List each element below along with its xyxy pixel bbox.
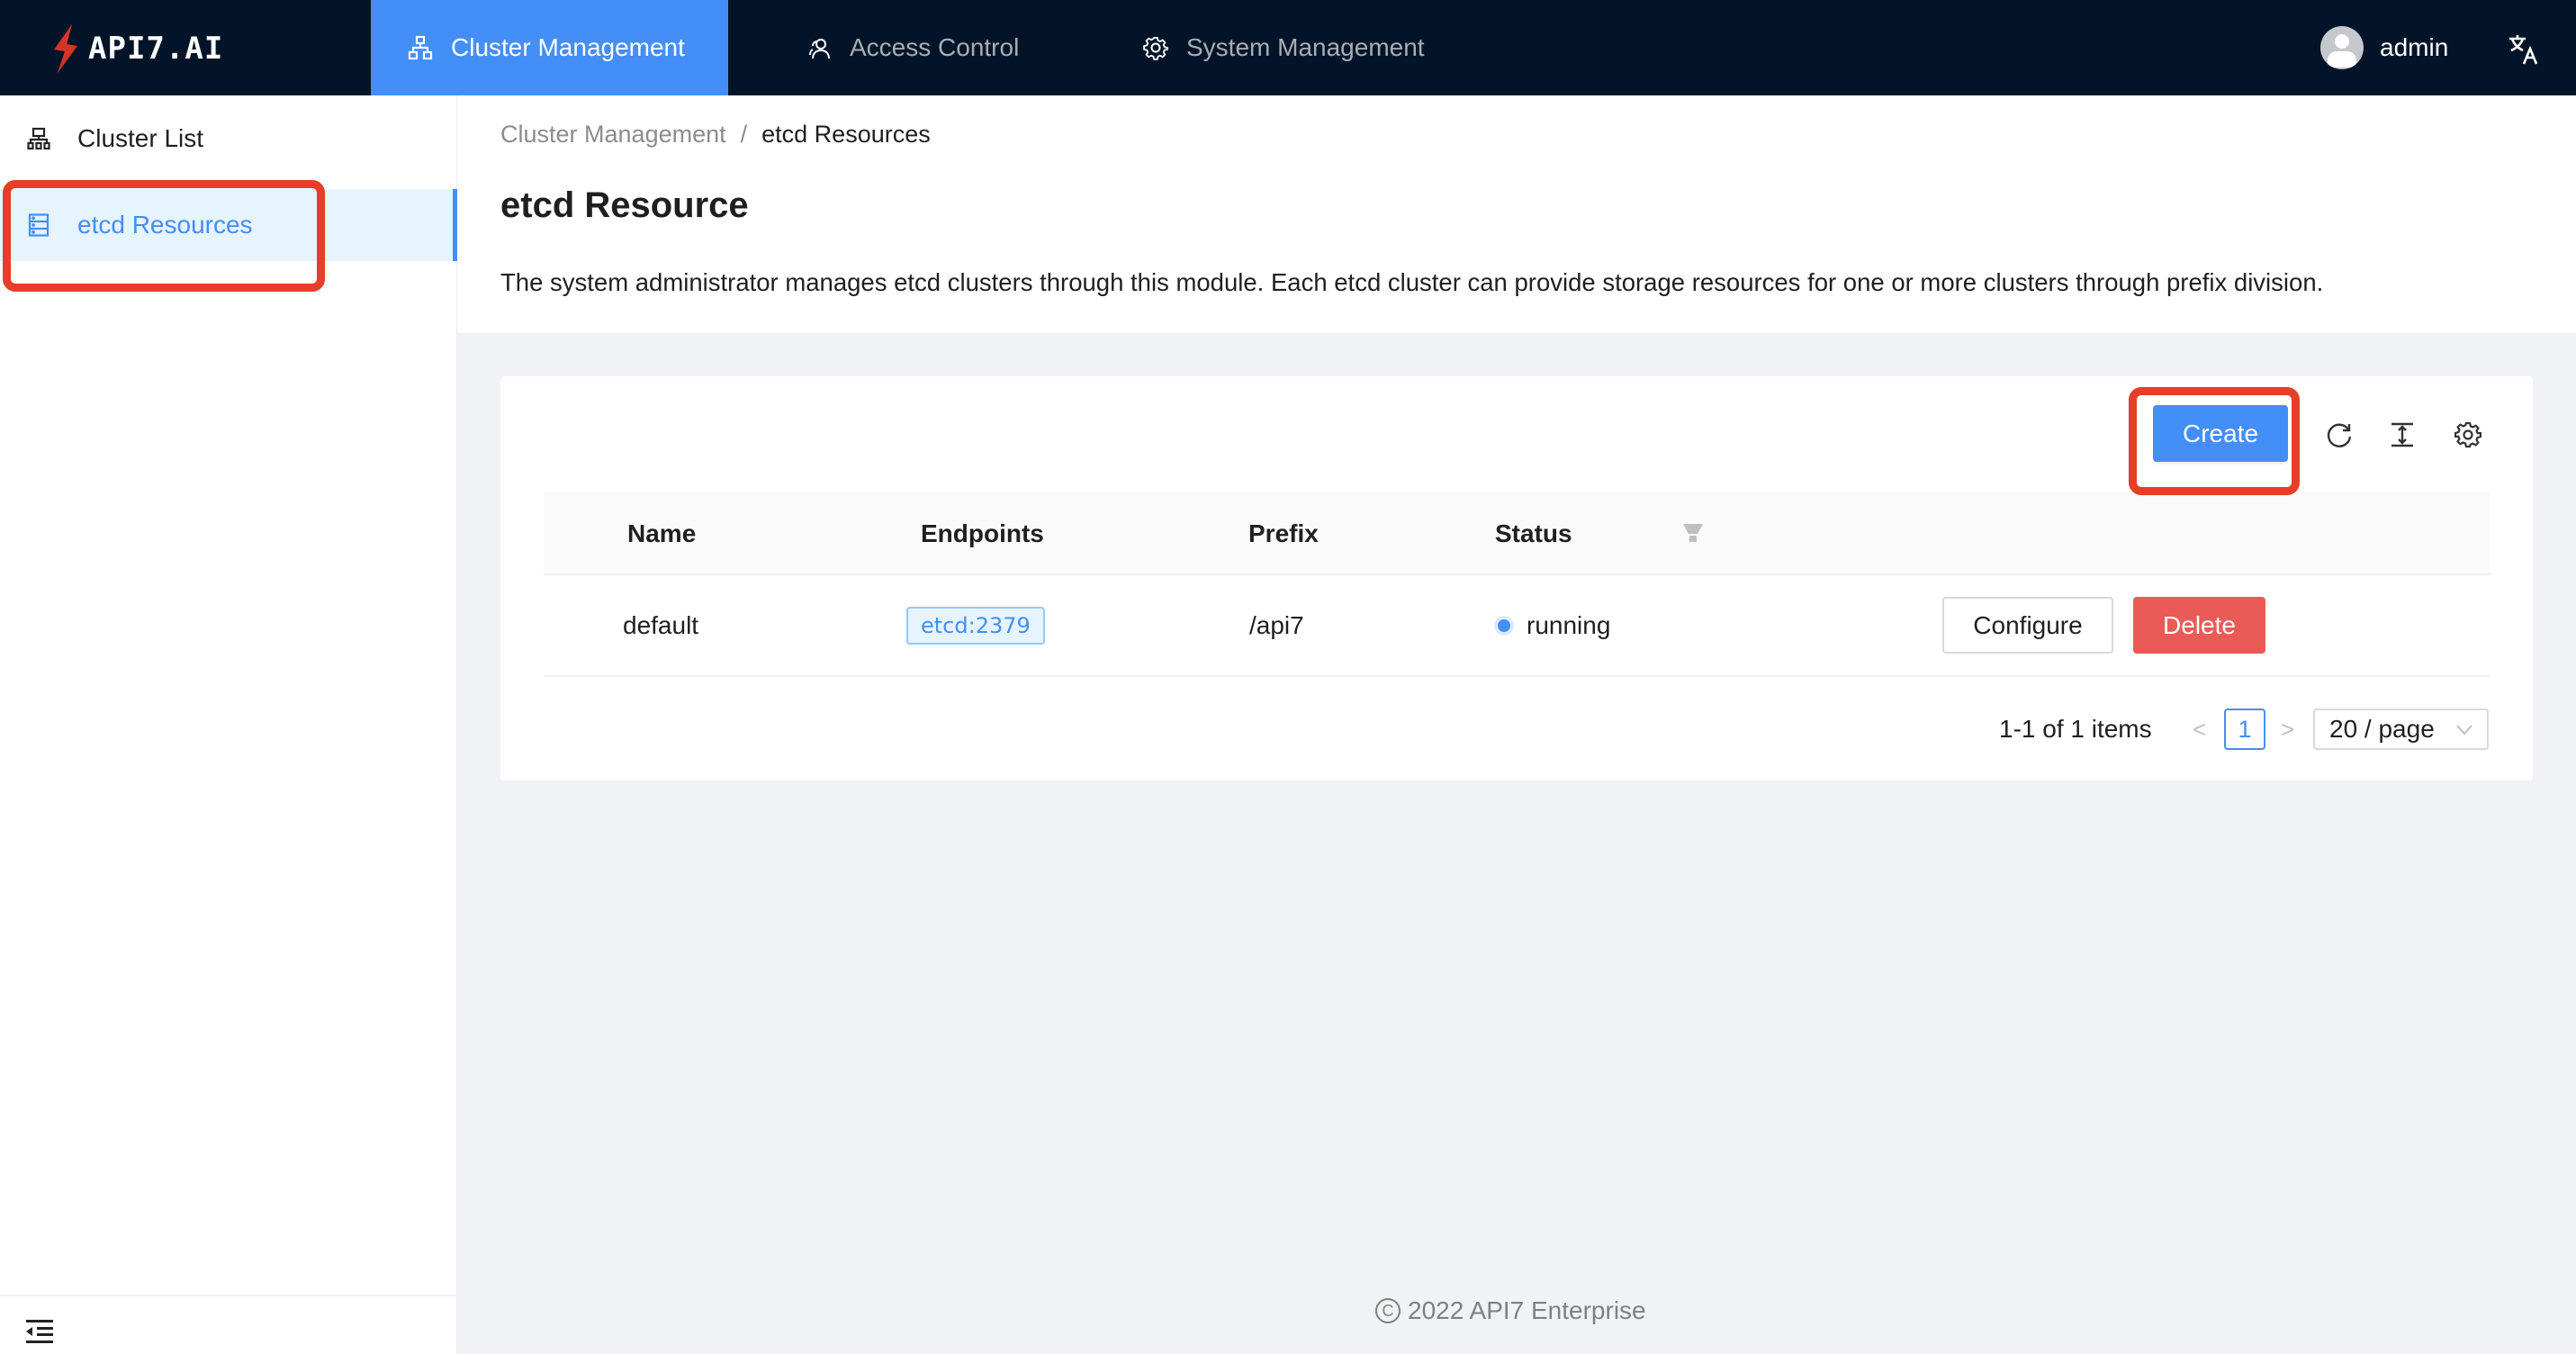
etcd-table-card: Create Name Endpoints Prefix Status defa… xyxy=(500,376,2533,781)
endpoint-tag: etcd:2379 xyxy=(906,607,1045,645)
breadcrumb-item-cluster-management[interactable]: Cluster Management xyxy=(500,121,726,149)
footer-text: 2022 API7 Enterprise xyxy=(1408,1296,1646,1324)
tab-label: Cluster Management xyxy=(451,33,685,61)
page-1-button[interactable]: 1 xyxy=(2224,709,2265,750)
cell-status: running xyxy=(1498,575,1610,676)
pagination: 1-1 of 1 items < 1 > 20 / page xyxy=(500,709,2533,750)
column-header-endpoints: Endpoints xyxy=(921,519,1044,547)
table-row: default etcd:2379 /api7 running Configur… xyxy=(544,575,2490,677)
page-size-value: 20 / page xyxy=(2329,715,2435,743)
status-dot-icon xyxy=(1498,619,1510,632)
sidebar-item-cluster-list[interactable]: Cluster List xyxy=(0,113,457,164)
status-text: running xyxy=(1527,611,1611,639)
sidebar: Cluster List etcd Resources xyxy=(0,95,457,1354)
sidebar-item-label: Cluster List xyxy=(77,124,204,152)
page-size-select[interactable]: 20 / page xyxy=(2313,709,2489,750)
tab-label: System Management xyxy=(1186,33,1425,61)
cluster-list-icon xyxy=(27,127,50,150)
gear-icon xyxy=(1143,37,1168,60)
sidebar-item-etcd-resources[interactable]: etcd Resources xyxy=(0,189,457,261)
column-height-icon[interactable] xyxy=(2389,421,2416,448)
column-header-name: Name xyxy=(627,519,697,547)
chevron-down-icon xyxy=(2456,725,2472,736)
setting-icon[interactable] xyxy=(2454,421,2481,448)
create-button[interactable]: Create xyxy=(2153,405,2288,462)
page-description: The system administrator manages etcd cl… xyxy=(500,268,2324,296)
footer: C 2022 API7 Enterprise xyxy=(1375,1295,1646,1327)
column-header-status: Status xyxy=(1495,519,1572,547)
avatar xyxy=(2320,26,2364,69)
next-page-button[interactable]: > xyxy=(2281,716,2294,744)
cell-prefix: /api7 xyxy=(1249,611,1304,639)
configure-button[interactable]: Configure xyxy=(1942,597,2113,654)
lightning-bolt-icon xyxy=(54,24,77,73)
filter-icon[interactable] xyxy=(1683,524,1703,542)
column-header-prefix: Prefix xyxy=(1248,519,1319,547)
top-navigation-bar: API7.AI Cluster Management Access Contro… xyxy=(0,0,2576,95)
logo[interactable]: API7.AI xyxy=(52,23,223,74)
page-title: etcd Resource xyxy=(500,185,749,225)
translate-icon[interactable] xyxy=(2508,34,2538,65)
pagination-total: 1-1 of 1 items xyxy=(1999,715,2152,743)
cluster-icon xyxy=(408,35,433,60)
user-menu[interactable]: admin xyxy=(2320,25,2448,70)
copyright-icon: C xyxy=(1375,1298,1401,1323)
reload-icon[interactable] xyxy=(2326,421,2353,448)
sidebar-item-label: etcd Resources xyxy=(77,211,253,239)
tab-access-control[interactable]: Access Control xyxy=(806,0,1019,95)
cell-endpoints: etcd:2379 xyxy=(906,575,1045,676)
user-name: admin xyxy=(2380,33,2449,61)
page-header: Cluster Management / etcd Resources etcd… xyxy=(457,95,2576,333)
table-header: Name Endpoints Prefix Status xyxy=(544,492,2490,575)
prev-page-button[interactable]: < xyxy=(2193,716,2206,744)
tab-cluster-management[interactable]: Cluster Management xyxy=(371,0,728,95)
menu-fold-icon[interactable] xyxy=(26,1320,53,1343)
tab-system-management[interactable]: System Management xyxy=(1143,0,1425,95)
tab-label: Access Control xyxy=(850,33,1020,61)
breadcrumb-separator: / xyxy=(740,121,748,148)
delete-button[interactable]: Delete xyxy=(2133,597,2265,654)
sidebar-collapse-bar[interactable] xyxy=(0,1295,457,1354)
cell-name: default xyxy=(623,611,699,639)
logo-text: API7.AI xyxy=(88,31,224,67)
database-icon xyxy=(28,213,50,237)
breadcrumb: Cluster Management / etcd Resources xyxy=(500,121,931,149)
breadcrumb-item-current: etcd Resources xyxy=(761,121,931,148)
users-icon xyxy=(809,39,830,59)
